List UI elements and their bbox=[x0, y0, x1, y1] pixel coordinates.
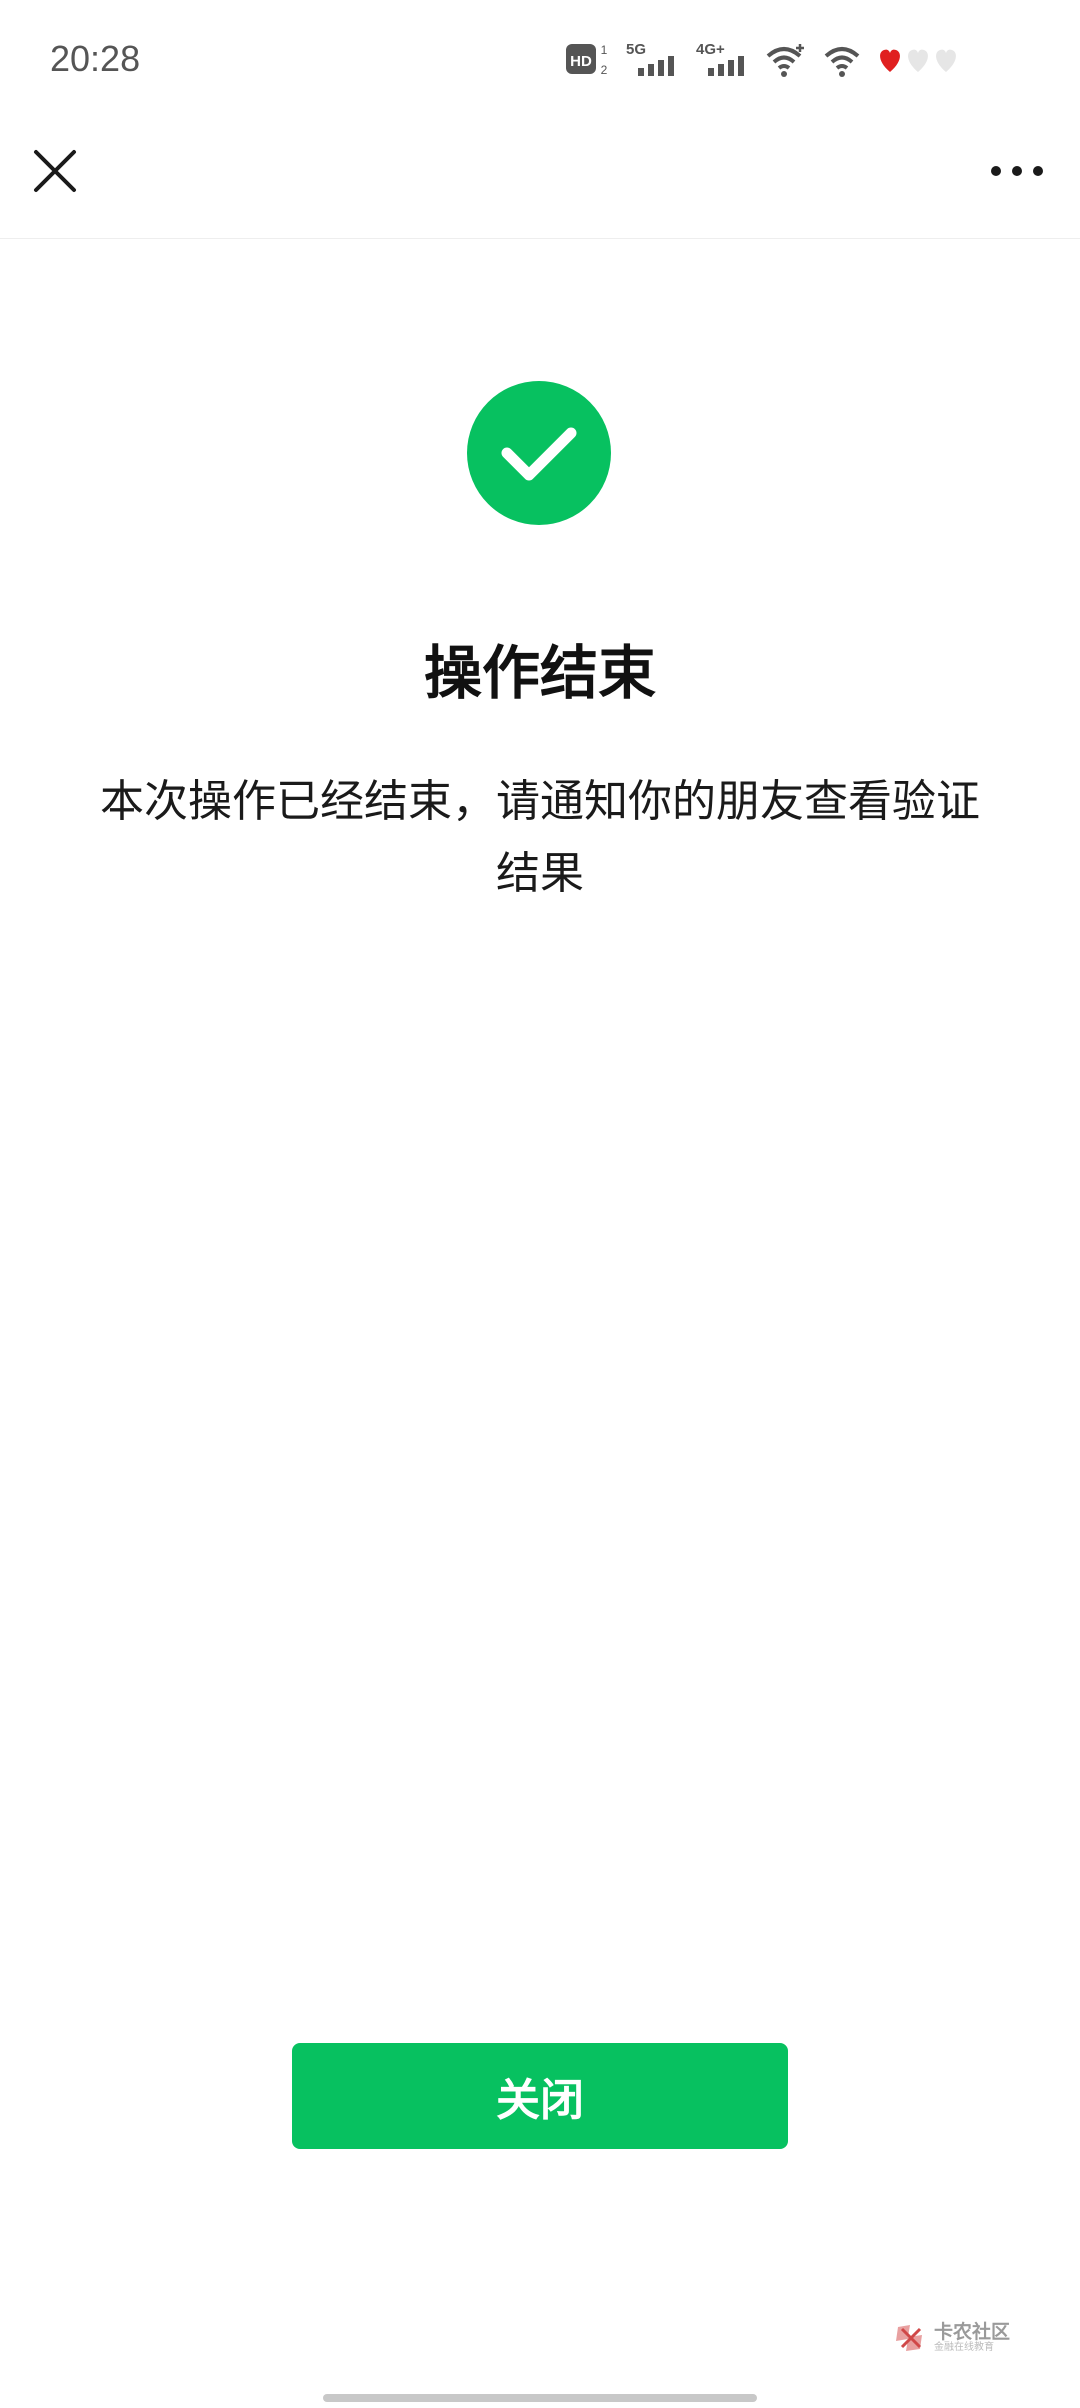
close-icon[interactable] bbox=[30, 146, 80, 196]
watermark-text: 卡农社区 金融在线教育 bbox=[934, 2322, 1010, 2354]
watermark: 卡农社区 金融在线教育 bbox=[894, 2318, 1018, 2358]
signal-5g-icon: 5G bbox=[624, 40, 680, 84]
more-icon[interactable] bbox=[984, 146, 1050, 196]
close-button[interactable]: 关闭 bbox=[292, 2043, 788, 2149]
status-bar: 20:28 HD 1 2 5G 4G+ bbox=[0, 0, 1080, 120]
svg-text:HD: HD bbox=[570, 53, 592, 70]
watermark-subtitle: 金融在线教育 bbox=[934, 2342, 994, 2353]
watermark-logo-icon bbox=[896, 2325, 922, 2351]
result-title: 操作结束 bbox=[423, 639, 656, 707]
svg-text:1: 1 bbox=[601, 43, 608, 57]
wifi-icon bbox=[822, 40, 862, 84]
success-check-icon bbox=[467, 381, 611, 525]
watermark-title: 卡农社区 bbox=[934, 2321, 1011, 2343]
wifi-plus-icon bbox=[764, 40, 808, 84]
hd-icon: HD 1 2 bbox=[566, 40, 610, 84]
svg-text:5G: 5G bbox=[626, 41, 646, 58]
battery-hearts-icon bbox=[876, 40, 960, 84]
svg-text:4G+: 4G+ bbox=[696, 41, 725, 58]
status-time: 20:28 bbox=[50, 38, 141, 79]
signal-4g-icon: 4G+ bbox=[694, 40, 750, 84]
svg-text:2: 2 bbox=[601, 63, 608, 77]
home-indicator[interactable] bbox=[323, 2394, 757, 2402]
status-icons: HD 1 2 5G 4G+ bbox=[566, 40, 960, 84]
result-description: 本次操作已经结束，请通知你的朋友查看验证结果 bbox=[100, 776, 980, 899]
nav-bar bbox=[0, 120, 1080, 239]
